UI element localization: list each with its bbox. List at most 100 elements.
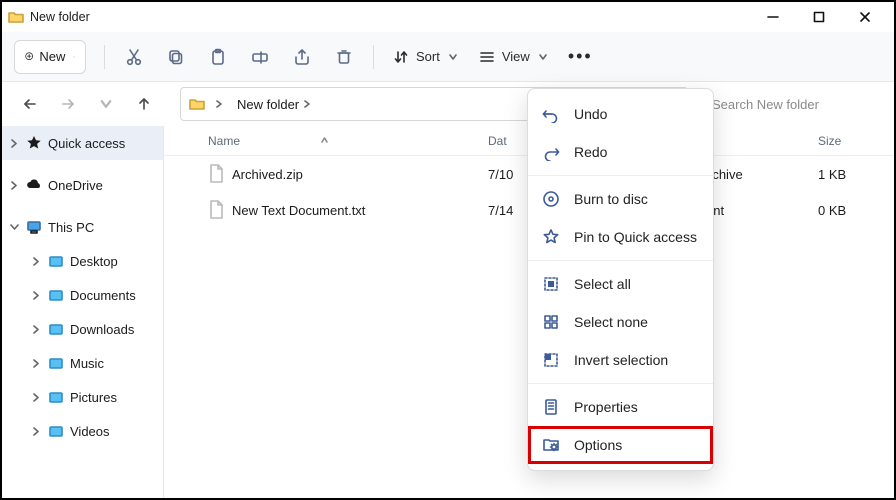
redo-icon: [542, 143, 560, 161]
maximize-button[interactable]: [796, 2, 842, 32]
sidebar-item-label: Music: [70, 356, 104, 371]
share-icon: [293, 48, 311, 66]
recent-locations-button[interactable]: [90, 88, 122, 120]
breadcrumb[interactable]: [211, 96, 227, 112]
sidebar-item-label: Quick access: [48, 136, 125, 151]
file-size: 0 KB: [818, 203, 894, 218]
file-name: Archived.zip: [232, 167, 303, 182]
menu-item-label: Pin to Quick access: [574, 229, 697, 245]
sidebar-item-onedrive[interactable]: OneDrive: [2, 168, 163, 202]
view-button[interactable]: View: [468, 40, 558, 74]
sidebar-item-videos[interactable]: Videos: [2, 414, 163, 448]
menu-item-label: Properties: [574, 399, 638, 415]
menu-item-label: Select none: [574, 314, 648, 330]
nav-row: New folder Search New folder: [2, 82, 894, 126]
up-button[interactable]: [128, 88, 160, 120]
sort-button[interactable]: Sort: [382, 40, 468, 74]
menu-item-burn[interactable]: Burn to disc: [528, 180, 713, 218]
menu-item-label: Undo: [574, 106, 607, 122]
menu-item-label: Options: [574, 437, 622, 453]
menu-item-properties[interactable]: Properties: [528, 388, 713, 426]
title-bar: New folder: [2, 2, 894, 32]
chevron-right-icon: [30, 257, 42, 266]
sidebar-item-music[interactable]: Music: [2, 346, 163, 380]
menu-item-label: Burn to disc: [574, 191, 648, 207]
chevron-right-icon: [30, 427, 42, 436]
menu-item-select-all[interactable]: Select all: [528, 265, 713, 303]
menu-item-pin[interactable]: Pin to Quick access: [528, 218, 713, 256]
properties-icon: [542, 398, 560, 416]
copy-button[interactable]: [155, 40, 197, 74]
sidebar-item-documents[interactable]: Documents: [2, 278, 163, 312]
sidebar-item-quick-access[interactable]: Quick access: [2, 126, 163, 160]
sidebar-item-label: Downloads: [70, 322, 134, 337]
search-placeholder: Search New folder: [712, 97, 819, 112]
view-icon: [478, 48, 496, 66]
paste-button[interactable]: [197, 40, 239, 74]
star-icon: [26, 135, 42, 151]
chevron-right-icon: [8, 181, 20, 190]
breadcrumb-current[interactable]: New folder: [233, 93, 315, 116]
rename-button[interactable]: [239, 40, 281, 74]
rename-icon: [251, 48, 269, 66]
chevron-down-icon: [99, 97, 113, 111]
sidebar-item-this-pc[interactable]: This PC: [2, 210, 163, 244]
more-icon: •••: [568, 46, 593, 67]
window-folder-icon: [8, 9, 24, 25]
menu-item-label: Redo: [574, 144, 607, 160]
minimize-button[interactable]: [750, 2, 796, 32]
folder-icon: [48, 355, 64, 371]
pc-icon: [26, 219, 42, 235]
menu-item-label: Invert selection: [574, 352, 668, 368]
select-all-icon: [542, 275, 560, 293]
search-input[interactable]: Search New folder: [702, 87, 882, 121]
menu-item-redo[interactable]: Redo: [528, 133, 713, 171]
file-size: 1 KB: [818, 167, 894, 182]
chevron-right-icon: [30, 393, 42, 402]
menu-item-undo[interactable]: Undo: [528, 95, 713, 133]
file-icon: [208, 200, 224, 220]
forward-button[interactable]: [52, 88, 84, 120]
delete-button[interactable]: [323, 40, 365, 74]
command-toolbar: New Sort View •••: [2, 32, 894, 82]
star-icon: [542, 228, 560, 246]
sidebar-item-pictures[interactable]: Pictures: [2, 380, 163, 414]
menu-item-options[interactable]: Options: [528, 426, 713, 464]
chevron-right-icon: [8, 139, 20, 148]
chevron-right-icon: [30, 291, 42, 300]
new-button-label: New: [39, 49, 65, 64]
column-header-name[interactable]: Name: [208, 134, 240, 148]
more-button[interactable]: •••: [558, 40, 603, 74]
sidebar-item-label: Videos: [70, 424, 110, 439]
cut-button[interactable]: [113, 40, 155, 74]
sidebar-item-label: OneDrive: [48, 178, 103, 193]
close-button[interactable]: [842, 2, 888, 32]
copy-icon: [167, 48, 185, 66]
chevron-down-icon: [538, 52, 548, 62]
menu-item-invert[interactable]: Invert selection: [528, 341, 713, 379]
invert-selection-icon: [542, 351, 560, 369]
column-header-date[interactable]: Dat: [488, 134, 507, 148]
sort-icon: [392, 48, 410, 66]
menu-item-select-none[interactable]: Select none: [528, 303, 713, 341]
chevron-right-icon: [215, 100, 223, 108]
onedrive-icon: [26, 177, 42, 193]
new-button[interactable]: New: [14, 40, 86, 74]
undo-icon: [542, 105, 560, 123]
folder-icon: [189, 96, 205, 112]
sidebar-item-downloads[interactable]: Downloads: [2, 312, 163, 346]
sidebar-item-label: Documents: [70, 288, 136, 303]
share-button[interactable]: [281, 40, 323, 74]
sidebar-item-desktop[interactable]: Desktop: [2, 244, 163, 278]
sidebar-item-label: Desktop: [70, 254, 118, 269]
column-header-size[interactable]: Size: [818, 134, 841, 148]
forward-arrow-icon: [61, 97, 75, 111]
folder-icon: [48, 389, 64, 405]
folder-icon: [48, 287, 64, 303]
chevron-right-icon: [30, 325, 42, 334]
back-button[interactable]: [14, 88, 46, 120]
options-icon: [542, 436, 560, 454]
view-button-label: View: [502, 49, 530, 64]
sidebar-item-label: Pictures: [70, 390, 117, 405]
navigation-sidebar: Quick access OneDrive This PC Desktop: [2, 126, 164, 498]
